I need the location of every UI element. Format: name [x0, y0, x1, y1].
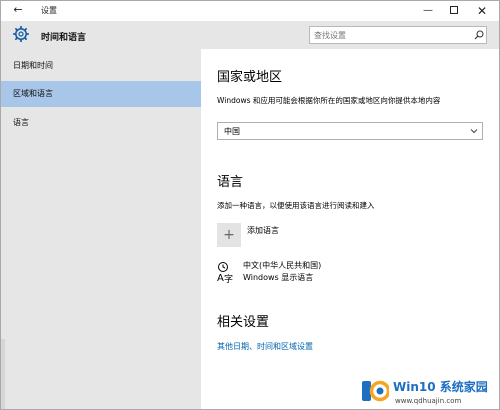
search-input[interactable] — [314, 29, 464, 41]
search-icon[interactable] — [474, 30, 484, 40]
region-dropdown[interactable]: 中国 — [217, 122, 483, 140]
language-subtitle: Windows 显示语言 — [243, 273, 314, 282]
settings-window: ← 设置 — ✕ 时间和语言 查找设置 日期和时间 区域和语言 语言 国家或地区… — [0, 0, 500, 410]
language-list-item[interactable]: A 字 中文(中华人民共和国) Windows 显示语言 — [217, 260, 417, 286]
sidebar-item-label: 语言 — [13, 118, 29, 127]
watermark-brand: Win10 系统家园 — [393, 380, 488, 394]
background-edge — [1, 339, 5, 409]
related-settings-heading: 相关设置 — [217, 315, 270, 330]
sidebar-item-date-time[interactable]: 日期和时间 — [1, 53, 201, 79]
main-content: 国家或地区 Windows 和应用可能会根据你所在的国家或地区向你提供本地内容 … — [201, 49, 499, 409]
language-description: 添加一种语言，以便使用该语言进行阅读和建入 — [217, 201, 375, 210]
svg-text:字: 字 — [224, 273, 233, 283]
region-description: Windows 和应用可能会根据你所在的国家或地区向你提供本地内容 — [217, 96, 441, 105]
window-title: 设置 — [41, 6, 57, 15]
additional-date-time-region-link[interactable]: 其他日期、时间和区域设置 — [217, 341, 313, 352]
sidebar-item-speech[interactable]: 语言 — [1, 110, 201, 136]
sidebar-item-label: 日期和时间 — [13, 61, 53, 70]
sidebar: 日期和时间 区域和语言 语言 — [1, 49, 201, 409]
maximize-icon — [450, 6, 458, 14]
back-arrow-icon[interactable]: ← — [11, 3, 25, 17]
close-button[interactable]: ✕ — [469, 1, 495, 21]
sidebar-item-label: 区域和语言 — [13, 89, 53, 98]
gear-icon — [13, 26, 29, 42]
maximize-button[interactable] — [441, 1, 467, 21]
page-title: 时间和语言 — [41, 33, 87, 43]
title-bar: ← 设置 — ✕ — [1, 1, 499, 21]
language-icon: A 字 — [217, 262, 233, 283]
chevron-down-icon — [470, 129, 478, 134]
watermark: Win10 系统家园 www.qdhuajin.com — [361, 375, 499, 409]
language-name: 中文(中华人民共和国) — [243, 261, 322, 270]
sidebar-item-region-language[interactable]: 区域和语言 — [1, 81, 201, 107]
watermark-url: www.qdhuajin.com — [395, 397, 462, 405]
plus-icon: + — [217, 223, 241, 247]
add-language-label: 添加语言 — [247, 226, 279, 235]
svg-text:A: A — [217, 273, 224, 283]
language-heading: 语言 — [217, 175, 244, 190]
minimize-button[interactable]: — — [415, 1, 441, 21]
add-language-button[interactable]: + 添加语言 — [217, 223, 337, 247]
search-field[interactable] — [309, 26, 487, 44]
region-heading: 国家或地区 — [217, 70, 283, 85]
header: 时间和语言 — [1, 21, 499, 49]
watermark-logo — [362, 380, 389, 402]
region-dropdown-value: 中国 — [224, 127, 240, 136]
